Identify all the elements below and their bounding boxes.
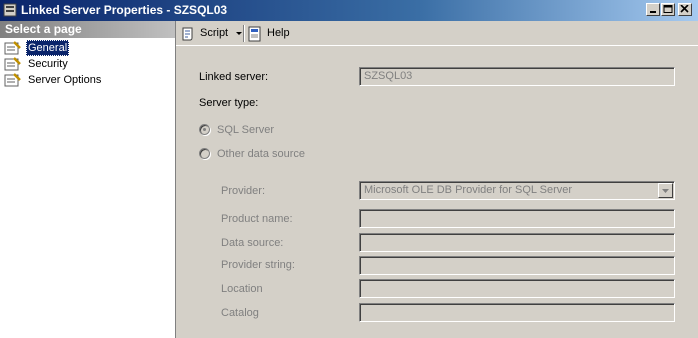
sql-server-radio[interactable] bbox=[199, 124, 210, 135]
other-data-source-radio[interactable] bbox=[199, 148, 210, 159]
server-icon bbox=[3, 3, 17, 17]
close-icon bbox=[680, 5, 689, 13]
catalog-label: Catalog bbox=[221, 307, 259, 319]
help-icon bbox=[248, 26, 261, 42]
page-item-label: General bbox=[26, 40, 70, 56]
maximize-button[interactable] bbox=[661, 3, 675, 16]
page-wrench-icon bbox=[4, 41, 21, 55]
location-field[interactable] bbox=[359, 279, 675, 298]
location-label: Location bbox=[221, 283, 263, 295]
help-button[interactable]: Help bbox=[247, 25, 292, 42]
provider-dropdown-button[interactable] bbox=[658, 183, 673, 198]
page-selector-pane: Select a page General Security Server Op… bbox=[0, 21, 176, 338]
server-type-label: Server type: bbox=[199, 97, 259, 109]
linked-server-label: Linked server: bbox=[199, 71, 269, 83]
provider-combobox[interactable]: Microsoft OLE DB Provider for SQL Server bbox=[359, 181, 675, 200]
linked-server-properties-window: Linked Server Properties - SZSQL03 Selec… bbox=[0, 0, 698, 338]
chevron-down-icon bbox=[662, 189, 669, 193]
product-name-field[interactable] bbox=[359, 209, 675, 228]
product-name-label: Product name: bbox=[221, 213, 293, 225]
maximize-icon bbox=[663, 5, 673, 13]
sql-server-radio-label: SQL Server bbox=[217, 124, 275, 136]
script-icon bbox=[182, 27, 193, 41]
script-button[interactable]: Script bbox=[180, 25, 242, 42]
title-bar[interactable]: Linked Server Properties - SZSQL03 bbox=[0, 0, 698, 21]
help-label: Help bbox=[267, 27, 290, 39]
data-source-field[interactable] bbox=[359, 233, 675, 252]
general-page-content: Linked server: SZSQL03 Server type: SQL … bbox=[177, 47, 698, 338]
window-title: Linked Server Properties - SZSQL03 bbox=[21, 3, 228, 17]
script-label: Script bbox=[200, 27, 229, 39]
page-wrench-icon bbox=[4, 57, 21, 71]
provider-string-label: Provider string: bbox=[221, 259, 295, 271]
minimize-button[interactable] bbox=[646, 3, 660, 16]
other-data-source-radio-label: Other data source bbox=[217, 148, 306, 160]
catalog-field[interactable] bbox=[359, 303, 675, 322]
page-wrench-icon bbox=[4, 73, 21, 87]
close-button[interactable] bbox=[678, 3, 692, 16]
minimize-icon bbox=[650, 11, 656, 13]
page-selector-header: Select a page bbox=[0, 21, 175, 38]
provider-label: Provider: bbox=[221, 185, 266, 197]
linked-server-field[interactable]: SZSQL03 bbox=[359, 67, 675, 86]
provider-value: Microsoft OLE DB Provider for SQL Server bbox=[364, 184, 573, 196]
page-item-label: Server Options bbox=[28, 74, 102, 86]
toolbar: Script Help bbox=[176, 21, 698, 46]
provider-string-field[interactable] bbox=[359, 256, 675, 275]
toolbar-separator bbox=[243, 25, 245, 42]
dropdown-arrow-icon bbox=[236, 32, 242, 35]
data-source-label: Data source: bbox=[221, 237, 284, 249]
page-item-label: Security bbox=[28, 58, 68, 70]
